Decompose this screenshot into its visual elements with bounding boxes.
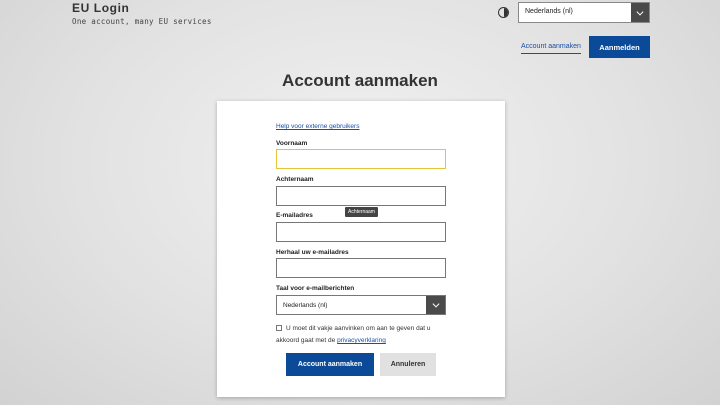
app-title: EU Login [72, 1, 130, 15]
app-subtitle: One account, many EU services [72, 17, 212, 26]
language-select[interactable]: Nederlands (nl) [518, 2, 650, 23]
last-name-input[interactable] [276, 186, 446, 206]
email-input[interactable] [276, 222, 446, 242]
create-account-link[interactable]: Account aanmaken [521, 43, 581, 54]
chevron-down-icon[interactable] [426, 296, 445, 314]
chevron-down-icon[interactable] [631, 3, 649, 22]
help-external-users-link[interactable]: Help voor externe gebruikers [276, 123, 359, 130]
privacy-statement-link[interactable]: privacyverklaring [337, 337, 386, 344]
last-name-label: Achternaam [276, 176, 314, 183]
first-name-input[interactable] [276, 149, 446, 169]
cancel-button[interactable]: Annuleren [380, 353, 436, 376]
create-account-button[interactable]: Account aanmaken [286, 353, 374, 376]
registration-form: Help voor externe gebruikers Voornaam Ac… [217, 101, 505, 397]
language-select-value: Nederlands (nl) [525, 8, 573, 15]
email-confirm-input[interactable] [276, 258, 446, 278]
contrast-toggle-icon[interactable] [498, 7, 509, 18]
page-title: Account aanmaken [282, 71, 438, 90]
email-language-label: Taal voor e-mailberichten [276, 285, 355, 292]
last-name-tooltip: Achternaam [345, 207, 378, 217]
brand: EU Login One account, many EU services [72, 1, 212, 26]
email-confirm-label: Herhaal uw e-mailadres [276, 249, 349, 256]
consent-row: U moet dit vakje aanvinken om aan te gev… [276, 323, 452, 347]
first-name-label: Voornaam [276, 140, 308, 147]
email-label: E-mailadres [276, 212, 313, 219]
email-language-select[interactable]: Nederlands (nl) [276, 295, 446, 315]
consent-checkbox[interactable] [276, 325, 282, 331]
login-button[interactable]: Aanmelden [589, 36, 650, 58]
email-language-value: Nederlands (nl) [283, 302, 328, 309]
